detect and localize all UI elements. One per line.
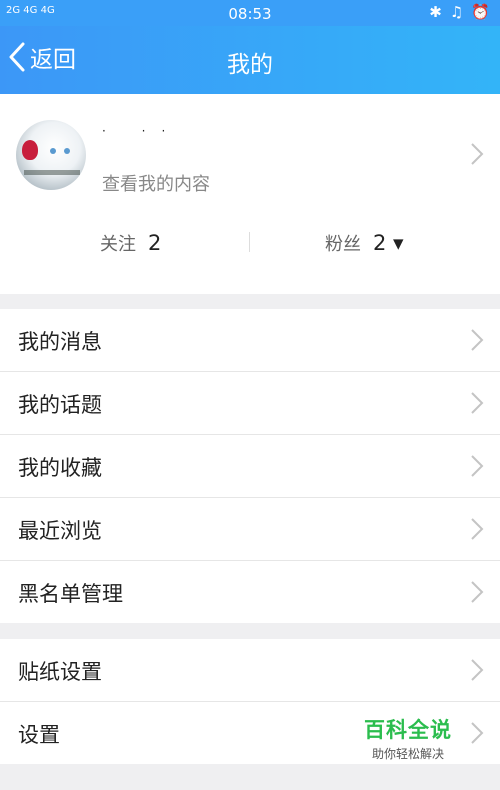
navigation-bar: 返回 我的 bbox=[0, 26, 500, 94]
menu-item-recent[interactable]: 最近浏览 bbox=[0, 498, 500, 561]
chevron-right-icon bbox=[471, 392, 484, 414]
following-stat[interactable]: 关注 2 bbox=[100, 230, 161, 256]
cat-eye bbox=[64, 148, 70, 154]
rose-graphic bbox=[22, 140, 38, 160]
stat-divider bbox=[249, 232, 250, 252]
status-time: 08:53 bbox=[228, 5, 272, 23]
menu-item-label: 我的消息 bbox=[18, 330, 102, 354]
menu-item-label: 设置 bbox=[18, 723, 60, 747]
menu-item-label: 黑名单管理 bbox=[18, 582, 123, 606]
bluetooth-icon: ✱ bbox=[429, 3, 442, 21]
menu-item-label: 贴纸设置 bbox=[18, 660, 102, 684]
profile-name: · ·· bbox=[102, 124, 182, 138]
followers-label: 粉丝 bbox=[325, 234, 361, 255]
menu-group-main: 我的消息 我的话题 我的收藏 最近浏览 黑名单管理 bbox=[0, 309, 500, 623]
chevron-right-icon bbox=[471, 143, 484, 165]
chevron-right-icon bbox=[471, 722, 484, 744]
menu-item-messages[interactable]: 我的消息 bbox=[0, 309, 500, 372]
chevron-right-icon bbox=[471, 329, 484, 351]
chevron-right-icon bbox=[471, 581, 484, 603]
bell-off-icon: ♫ bbox=[449, 3, 464, 21]
menu-item-sticker-settings[interactable]: 贴纸设置 bbox=[0, 639, 500, 702]
chevron-right-icon bbox=[471, 518, 484, 540]
following-count: 2 bbox=[148, 231, 162, 255]
status-bar: 2G 4G 4G 08:53 ✱ ♫ ⏰ bbox=[0, 0, 500, 26]
followers-count: 2 ▾ bbox=[373, 231, 404, 255]
profile-card[interactable]: · ·· 查看我的内容 关注 2 粉丝 2 ▾ bbox=[0, 94, 500, 294]
menu-item-topics[interactable]: 我的话题 bbox=[0, 372, 500, 435]
menu-item-blacklist[interactable]: 黑名单管理 bbox=[0, 561, 500, 623]
menu-item-label: 最近浏览 bbox=[18, 519, 102, 543]
cat-eye bbox=[50, 148, 56, 154]
following-label: 关注 bbox=[100, 234, 136, 255]
followers-stat[interactable]: 粉丝 2 ▾ bbox=[325, 230, 404, 256]
watermark-subtitle: 助你轻松解决 bbox=[371, 747, 444, 761]
menu-item-label: 我的话题 bbox=[18, 393, 102, 417]
chevron-right-icon bbox=[471, 659, 484, 681]
alarm-icon: ⏰ bbox=[471, 3, 490, 21]
avatar-caption-strip bbox=[24, 170, 80, 175]
menu-item-favorites[interactable]: 我的收藏 bbox=[0, 435, 500, 498]
chevron-right-icon bbox=[471, 455, 484, 477]
watermark: 百科全说 助你轻松解决 bbox=[364, 714, 452, 762]
status-icons: ✱ ♫ ⏰ bbox=[429, 3, 490, 21]
page-title: 我的 bbox=[227, 52, 273, 78]
avatar[interactable] bbox=[16, 120, 86, 190]
profile-subtitle[interactable]: 查看我的内容 bbox=[102, 170, 210, 196]
watermark-title: 百科全说 bbox=[364, 718, 452, 742]
menu-item-label: 我的收藏 bbox=[18, 456, 102, 480]
